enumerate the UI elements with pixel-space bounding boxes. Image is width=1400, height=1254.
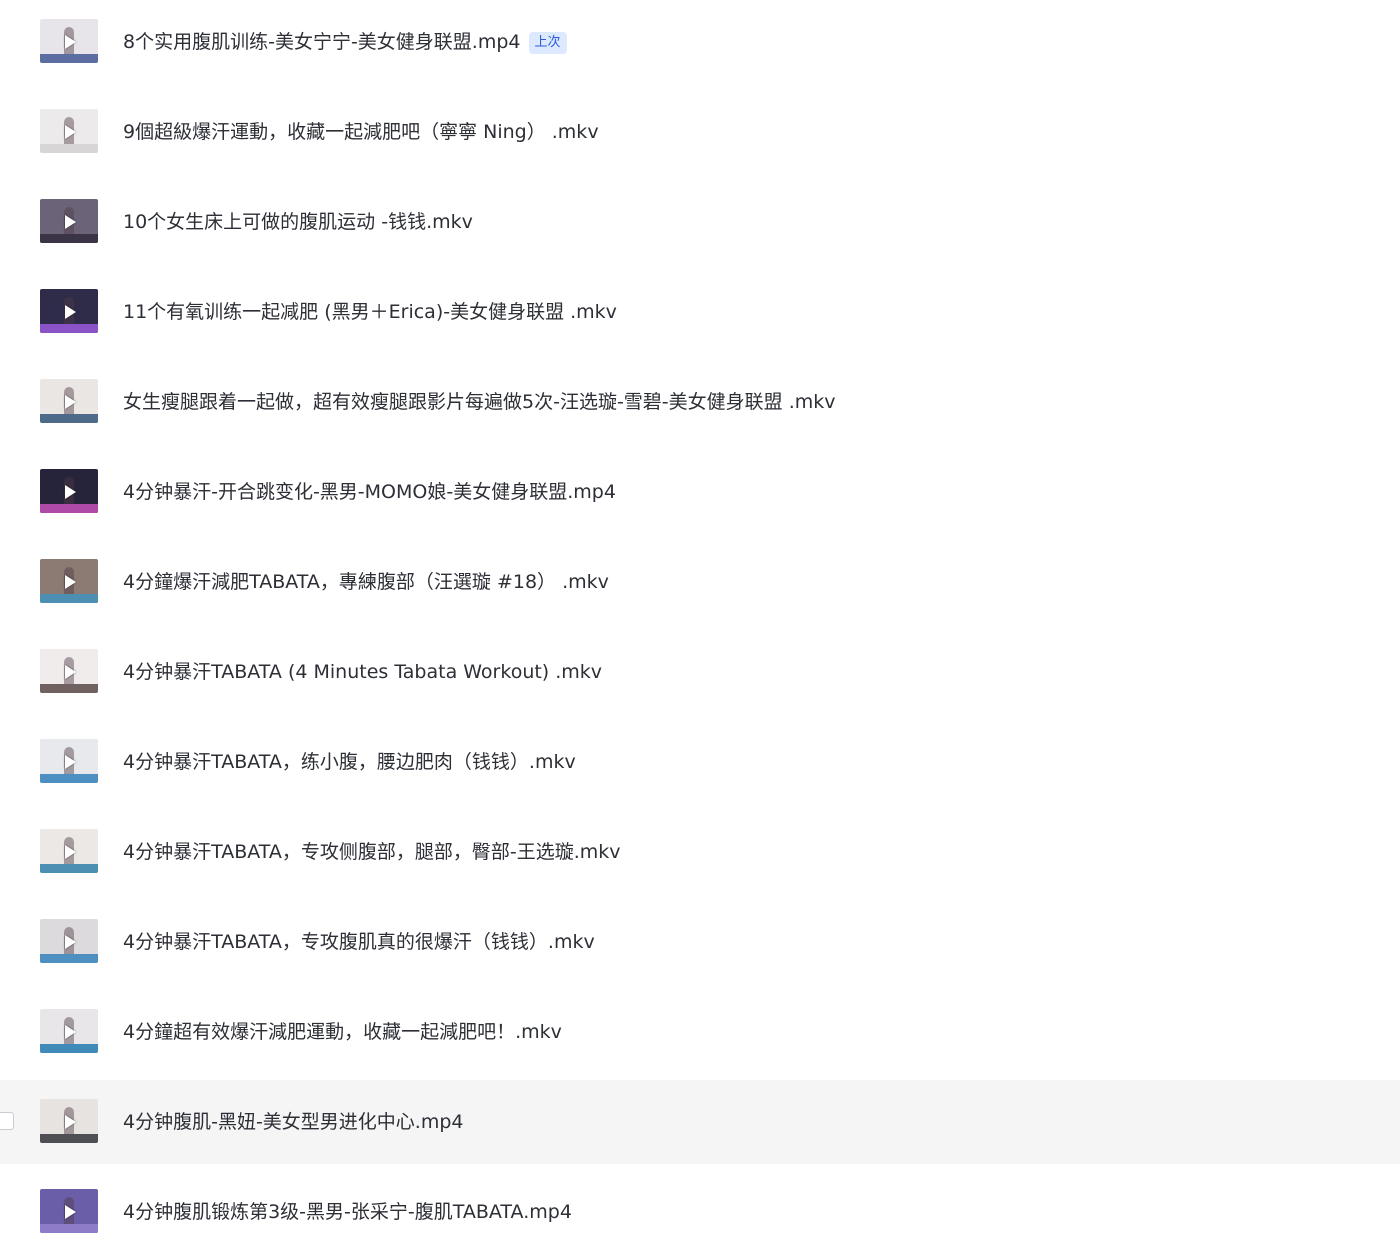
file-name[interactable]: 4分钟暴汗TABATA，专攻侧腹部，腿部，臀部-王选璇.mkv xyxy=(123,839,621,865)
video-thumbnail[interactable] xyxy=(40,469,98,513)
file-name[interactable]: 9個超級爆汗運動，收藏一起減肥吧（寧寧 Ning） .mkv xyxy=(123,119,599,145)
row-checkbox[interactable] xyxy=(0,1112,14,1130)
video-thumbnail[interactable] xyxy=(40,559,98,603)
file-name-text[interactable]: 女生瘦腿跟着一起做，超有效瘦腿跟影片每遍做5次-汪选璇-雪碧-美女健身联盟 .m… xyxy=(123,391,836,413)
play-icon xyxy=(65,755,76,769)
thumbnail-floor xyxy=(40,504,98,513)
file-name-text[interactable]: 11个有氧训练一起减肥 (黑男＋Erica)-美女健身联盟 .mkv xyxy=(123,301,617,323)
thumbnail-floor xyxy=(40,324,98,333)
file-name-text[interactable]: 4分钟暴汗TABATA (4 Minutes Tabata Workout) .… xyxy=(123,661,602,683)
play-icon xyxy=(65,1025,76,1039)
file-name[interactable]: 4分钟腹肌-黑妞-美女型男进化中心.mp4 xyxy=(123,1109,464,1135)
file-row[interactable]: 8个实用腹肌训练-美女宁宁-美女健身联盟.mp4 上次 xyxy=(0,0,1400,84)
file-row[interactable]: 4分钟暴汗TABATA，专攻侧腹部，腿部，臀部-王选璇.mkv xyxy=(0,810,1400,894)
file-name[interactable]: 女生瘦腿跟着一起做，超有效瘦腿跟影片每遍做5次-汪选璇-雪碧-美女健身联盟 .m… xyxy=(123,389,836,415)
file-name[interactable]: 4分鐘爆汗減肥TABATA，專練腹部（汪選璇 #18） .mkv xyxy=(123,569,609,595)
file-row[interactable]: 4分钟暴汗TABATA (4 Minutes Tabata Workout) .… xyxy=(0,630,1400,714)
file-row[interactable]: 女生瘦腿跟着一起做，超有效瘦腿跟影片每遍做5次-汪选璇-雪碧-美女健身联盟 .m… xyxy=(0,360,1400,444)
play-icon xyxy=(65,935,76,949)
play-icon xyxy=(65,305,76,319)
file-row[interactable]: 11个有氧训练一起减肥 (黑男＋Erica)-美女健身联盟 .mkv xyxy=(0,270,1400,354)
video-thumbnail[interactable] xyxy=(40,739,98,783)
thumbnail-floor xyxy=(40,234,98,243)
file-name-text[interactable]: 4分钟腹肌锻炼第3级-黑男-张采宁-腹肌TABATA.mp4 xyxy=(123,1201,572,1223)
file-name[interactable]: 4分钟暴汗TABATA，专攻腹肌真的很爆汗（钱钱）.mkv xyxy=(123,929,595,955)
file-name[interactable]: 4分钟暴汗-开合跳变化-黑男-MOMO娘-美女健身联盟.mp4 xyxy=(123,479,616,505)
video-thumbnail[interactable] xyxy=(40,919,98,963)
file-name[interactable]: 4分钟暴汗TABATA (4 Minutes Tabata Workout) .… xyxy=(123,659,602,685)
video-thumbnail[interactable] xyxy=(40,199,98,243)
thumbnail-floor xyxy=(40,684,98,693)
thumbnail-floor xyxy=(40,1134,98,1143)
thumbnail-floor xyxy=(40,594,98,603)
thumbnail-floor xyxy=(40,864,98,873)
file-name-text[interactable]: 10个女生床上可做的腹肌运动 -钱钱.mkv xyxy=(123,211,473,233)
play-icon xyxy=(65,485,76,499)
thumbnail-floor xyxy=(40,1044,98,1053)
file-name-text[interactable]: 4分鐘超有效爆汗減肥運動，收藏一起減肥吧！.mkv xyxy=(123,1021,562,1043)
video-thumbnail[interactable] xyxy=(40,649,98,693)
file-name[interactable]: 10个女生床上可做的腹肌运动 -钱钱.mkv xyxy=(123,209,473,235)
file-name-text[interactable]: 8个实用腹肌训练-美女宁宁-美女健身联盟.mp4 xyxy=(123,31,521,53)
last-watched-badge: 上次 xyxy=(528,32,567,54)
file-row[interactable]: 10个女生床上可做的腹肌运动 -钱钱.mkv xyxy=(0,180,1400,264)
video-thumbnail[interactable] xyxy=(40,19,98,63)
thumbnail-floor xyxy=(40,774,98,783)
thumbnail-floor xyxy=(40,144,98,153)
file-name-text[interactable]: 4分钟暴汗TABATA，专攻侧腹部，腿部，臀部-王选璇.mkv xyxy=(123,841,621,863)
file-name[interactable]: 8个实用腹肌训练-美女宁宁-美女健身联盟.mp4 上次 xyxy=(123,29,567,55)
video-thumbnail[interactable] xyxy=(40,1189,98,1233)
file-name-text[interactable]: 4分鐘爆汗減肥TABATA，專練腹部（汪選璇 #18） .mkv xyxy=(123,571,609,593)
video-thumbnail[interactable] xyxy=(40,829,98,873)
file-row[interactable]: 4分鐘爆汗減肥TABATA，專練腹部（汪選璇 #18） .mkv xyxy=(0,540,1400,624)
thumbnail-floor xyxy=(40,954,98,963)
file-row[interactable]: 4分钟腹肌锻炼第3级-黑男-张采宁-腹肌TABATA.mp4 xyxy=(0,1170,1400,1254)
thumbnail-floor xyxy=(40,1224,98,1233)
play-icon xyxy=(65,575,76,589)
play-icon xyxy=(65,845,76,859)
video-thumbnail[interactable] xyxy=(40,1009,98,1053)
file-list: 8个实用腹肌训练-美女宁宁-美女健身联盟.mp4 上次 9個超級爆汗運動，收藏一起減… xyxy=(0,0,1400,1254)
file-name-text[interactable]: 4分钟暴汗-开合跳变化-黑男-MOMO娘-美女健身联盟.mp4 xyxy=(123,481,616,503)
file-name-text[interactable]: 4分钟暴汗TABATA，专攻腹肌真的很爆汗（钱钱）.mkv xyxy=(123,931,595,953)
file-row[interactable]: 4分钟暴汗TABATA，专攻腹肌真的很爆汗（钱钱）.mkv xyxy=(0,900,1400,984)
file-name[interactable]: 4分钟暴汗TABATA，练小腹，腰边肥肉（钱钱）.mkv xyxy=(123,749,576,775)
play-icon xyxy=(65,395,76,409)
video-thumbnail[interactable] xyxy=(40,109,98,153)
file-row[interactable]: 4分鐘超有效爆汗減肥運動，收藏一起減肥吧！.mkv xyxy=(0,990,1400,1074)
file-row[interactable]: 9個超級爆汗運動，收藏一起減肥吧（寧寧 Ning） .mkv xyxy=(0,90,1400,174)
video-thumbnail[interactable] xyxy=(40,379,98,423)
file-name-text[interactable]: 4分钟暴汗TABATA，练小腹，腰边肥肉（钱钱）.mkv xyxy=(123,751,576,773)
file-name[interactable]: 4分钟腹肌锻炼第3级-黑男-张采宁-腹肌TABATA.mp4 xyxy=(123,1199,572,1225)
play-icon xyxy=(65,215,76,229)
file-row[interactable]: 4分钟暴汗TABATA，练小腹，腰边肥肉（钱钱）.mkv xyxy=(0,720,1400,804)
video-thumbnail[interactable] xyxy=(40,289,98,333)
video-thumbnail[interactable] xyxy=(40,1099,98,1143)
play-icon xyxy=(65,1205,76,1219)
thumbnail-floor xyxy=(40,414,98,423)
play-icon xyxy=(65,35,76,49)
play-icon xyxy=(65,125,76,139)
play-icon xyxy=(65,665,76,679)
file-name-text[interactable]: 9個超級爆汗運動，收藏一起減肥吧（寧寧 Ning） .mkv xyxy=(123,121,599,143)
thumbnail-floor xyxy=(40,54,98,63)
file-row[interactable]: 4分钟腹肌-黑妞-美女型男进化中心.mp4 xyxy=(0,1080,1400,1164)
play-icon xyxy=(65,1115,76,1129)
file-name-text[interactable]: 4分钟腹肌-黑妞-美女型男进化中心.mp4 xyxy=(123,1111,464,1133)
file-row[interactable]: 4分钟暴汗-开合跳变化-黑男-MOMO娘-美女健身联盟.mp4 xyxy=(0,450,1400,534)
file-name[interactable]: 11个有氧训练一起减肥 (黑男＋Erica)-美女健身联盟 .mkv xyxy=(123,299,617,325)
file-name[interactable]: 4分鐘超有效爆汗減肥運動，收藏一起減肥吧！.mkv xyxy=(123,1019,562,1045)
